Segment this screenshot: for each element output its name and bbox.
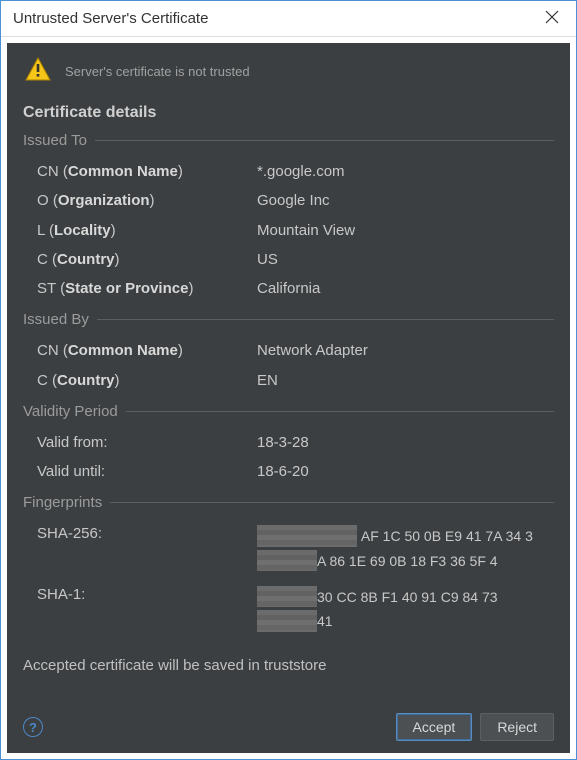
section-header-issued-to: Issued To: [23, 132, 554, 149]
label-sha256: SHA-256:: [37, 525, 257, 542]
row-valid-from: Valid from: 18-3-28: [23, 428, 554, 457]
label-valid-from: Valid from:: [37, 431, 257, 454]
details-title: Certificate details: [23, 104, 554, 122]
section-validity: Validity Period Valid from: 18-3-28 Vali…: [23, 403, 554, 487]
reject-button[interactable]: Reject: [480, 713, 554, 741]
value-sha256: . AF 1C 50 0B E9 41 7A 34 3 .A 86 1E 69 …: [257, 525, 554, 574]
accept-button[interactable]: Accept: [396, 713, 473, 741]
close-icon: [545, 8, 559, 29]
label-by-c: C (Country): [37, 369, 257, 392]
truststore-note: Accepted certificate will be saved in tr…: [23, 657, 554, 674]
dialog-content: Server's certificate is not trusted Cert…: [7, 43, 570, 753]
row-c: C (Country) US: [23, 245, 554, 274]
label-cn: CN (Common Name): [37, 160, 257, 183]
label-st: ST (State or Province): [37, 277, 257, 300]
label-by-cn: CN (Common Name): [37, 339, 257, 362]
value-by-cn: Network Adapter: [257, 339, 554, 362]
value-by-c: EN: [257, 369, 554, 392]
row-l: L (Locality) Mountain View: [23, 216, 554, 245]
warning-text: Server's certificate is not trusted: [65, 64, 250, 79]
warning-icon: [25, 57, 51, 86]
row-sha1: SHA-1: .30 CC 8B F1 40 91 C9 84 73 .41: [23, 580, 554, 641]
row-cn: CN (Common Name) *.google.com: [23, 157, 554, 186]
section-header-issued-by: Issued By: [23, 311, 554, 328]
label-l: L (Locality): [37, 219, 257, 242]
close-button[interactable]: [536, 3, 568, 35]
row-st: ST (State or Province) California: [23, 274, 554, 303]
divider: [97, 319, 554, 320]
help-button[interactable]: ?: [23, 717, 43, 737]
row-sha256: SHA-256: . AF 1C 50 0B E9 41 7A 34 3 .A …: [23, 519, 554, 580]
value-valid-from: 18-3-28: [257, 431, 554, 454]
label-valid-until: Valid until:: [37, 460, 257, 483]
window-title: Untrusted Server's Certificate: [9, 10, 536, 27]
label-sha1: SHA-1:: [37, 586, 257, 603]
section-issued-to: Issued To CN (Common Name) *.google.com …: [23, 132, 554, 303]
warning-row: Server's certificate is not trusted: [23, 57, 554, 86]
divider: [95, 140, 554, 141]
section-title-validity: Validity Period: [23, 403, 118, 420]
dialog-footer: ? Accept Reject: [23, 699, 554, 741]
value-sha1: .30 CC 8B F1 40 91 C9 84 73 .41: [257, 586, 554, 635]
row-valid-until: Valid until: 18-6-20: [23, 457, 554, 486]
dialog-window: Untrusted Server's Certificate Server's …: [0, 0, 577, 760]
label-o: O (Organization): [37, 189, 257, 212]
section-issued-by: Issued By CN (Common Name) Network Adapt…: [23, 311, 554, 395]
row-by-c: C (Country) EN: [23, 366, 554, 395]
value-cn: *.google.com: [257, 160, 554, 183]
section-fingerprints: Fingerprints SHA-256: . AF 1C 50 0B E9 4…: [23, 494, 554, 641]
value-l: Mountain View: [257, 219, 554, 242]
value-o: Google Inc: [257, 189, 554, 212]
titlebar: Untrusted Server's Certificate: [1, 1, 576, 37]
redacted-block: [257, 525, 357, 546]
section-header-fingerprints: Fingerprints: [23, 494, 554, 511]
section-title-fingerprints: Fingerprints: [23, 494, 102, 511]
value-c: US: [257, 248, 554, 271]
row-by-cn: CN (Common Name) Network Adapter: [23, 336, 554, 365]
row-o: O (Organization) Google Inc: [23, 186, 554, 215]
section-header-validity: Validity Period: [23, 403, 554, 420]
divider: [110, 502, 554, 503]
divider: [126, 411, 554, 412]
section-title-issued-to: Issued To: [23, 132, 87, 149]
redacted-block: [257, 550, 317, 571]
redacted-block: [257, 610, 317, 631]
help-icon: ?: [29, 720, 37, 735]
label-c: C (Country): [37, 248, 257, 271]
value-st: California: [257, 277, 554, 300]
value-valid-until: 18-6-20: [257, 460, 554, 483]
redacted-block: [257, 586, 317, 607]
section-title-issued-by: Issued By: [23, 311, 89, 328]
